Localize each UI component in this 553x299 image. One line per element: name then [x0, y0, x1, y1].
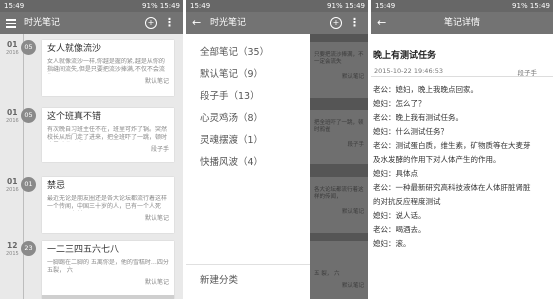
- dimmed-category: 默认笔记: [341, 209, 364, 215]
- status-indicators: 91% 15:49: [327, 2, 365, 10]
- detail-header-title: 笔记详情: [443, 18, 480, 28]
- app-bar: ← 笔记详情: [371, 12, 553, 34]
- note-line: 老公：喝酒去。: [373, 225, 426, 234]
- note-line: 的对抗反应程度测试: [373, 197, 441, 206]
- drawer-item-all-notes[interactable]: 全部笔记（35）: [200, 44, 269, 58]
- entry-year: 2016: [6, 187, 19, 193]
- note-body: 老公：媳妇，晚上我晚点回家。 媳妇：怎么了？ 老公：晚上我有测试任务。 媳妇：什…: [373, 83, 549, 251]
- entry-year: 2016: [6, 50, 19, 56]
- dimmed-snippet: 把全班吓了一跳，顿时鸦雀: [314, 120, 364, 133]
- category-drawer-screen: 15:49 91% 15:49 ← 时光笔记 + ⋮ 只要把流沙捧满，不一定会流…: [186, 0, 368, 299]
- note-category: 段子手: [150, 146, 169, 153]
- status-bar: 15:49 91% 15:49: [371, 0, 553, 12]
- entry-month: 01: [7, 40, 18, 49]
- dimmed-category: 默认笔记: [341, 283, 364, 289]
- dim-overlay[interactable]: 只要把流沙捧满，不一定会流失 默认笔记 把全班吓了一跳，顿时鸦雀 段子手 各大论…: [310, 34, 368, 299]
- status-time: 15:49: [4, 2, 25, 10]
- more-options-icon[interactable]: ⋮: [164, 12, 175, 34]
- status-indicators: 91% 15:49: [512, 2, 550, 10]
- entry-month: 12: [7, 241, 18, 250]
- add-note-icon[interactable]: +: [145, 17, 157, 29]
- note-line: 老公：一种最新研究高科技液体在人体肝脏肾脏: [373, 183, 531, 192]
- note-line: 媳妇：具体点: [373, 169, 418, 178]
- note-card[interactable]: 一二三四五六七八 一脚踢在二脚的 五离你是，他的雪糕时…四分 五裂， 六 默认笔…: [42, 241, 174, 299]
- note-category: 默认笔记: [144, 78, 169, 85]
- note-card[interactable]: 禁忌 最近无论是朋友圈还是各大论坛都流行着这样一个传闻，中国三十岁的人，已有一个…: [42, 177, 174, 233]
- status-time: 15:49: [375, 2, 396, 10]
- back-arrow-icon[interactable]: ←: [192, 12, 201, 34]
- note-line: 老公：媳妇，晚上我晚点回家。: [373, 85, 478, 94]
- dimmed-category: 段子手: [347, 142, 364, 148]
- drawer-item-soul-ferry[interactable]: 灵魂摆渡（1）: [200, 132, 263, 146]
- note-category: 默认笔记: [144, 215, 169, 222]
- note-title: 晚上有测试任务: [373, 51, 437, 61]
- card-bottom-bar: [42, 295, 174, 299]
- app-title: 时光笔记: [210, 18, 247, 28]
- entry-month: 01: [7, 177, 18, 186]
- entry-day-badge: 05: [21, 108, 36, 123]
- dimmed-card: 只要把流沙捧满，不一定会流失 默认笔记: [310, 42, 368, 98]
- note-line: 媳妇：说人话。: [373, 211, 426, 220]
- dimmed-card: 各大论坛都流行着这样的传闻， 默认笔记: [310, 177, 368, 233]
- note-line: 老公：晚上我有测试任务。: [373, 113, 463, 122]
- note-snippet: 最近无论是朋友圈还是各大论坛都流行着这样一个传闻，中国三十岁的人，已有一个人死了…: [47, 195, 168, 210]
- note-line: 媳妇：什么测试任务？: [373, 127, 448, 136]
- status-indicators: 91% 15:49: [142, 2, 180, 10]
- navigation-drawer: 全部笔记（35） 默认笔记（9） 段子手（13） 心灵鸡汤（8） 灵魂摆渡（1）…: [186, 34, 310, 299]
- dimmed-card: 把全班吓了一跳，顿时鸦雀 段子手: [310, 110, 368, 164]
- app-bar: 时光笔记 + ⋮: [0, 12, 183, 34]
- drawer-item-default-notes[interactable]: 默认笔记（9）: [200, 66, 263, 80]
- app-bar: ← 时光笔记 + ⋮: [186, 12, 368, 34]
- entry-month: 01: [7, 108, 18, 117]
- status-time: 15:49: [190, 2, 211, 10]
- note-line: 老公：测试蛋白质，维生素，矿物质等在大麦芽: [373, 141, 531, 150]
- note-timestamp: 2015-10-22 19:46:53: [374, 67, 444, 75]
- new-category-button[interactable]: 新建分类: [200, 272, 238, 286]
- entry-day-badge: 23: [21, 241, 36, 256]
- note-title: 女人就像流沙: [47, 44, 102, 54]
- status-bar: 15:49 91% 15:49: [186, 0, 368, 12]
- note-line: 媳妇：怎么了？: [373, 99, 426, 108]
- status-bar: 15:49 91% 15:49: [0, 0, 183, 12]
- dimmed-card: 五 裂， 六 默认笔记: [310, 241, 368, 299]
- app-title: 时光笔记: [24, 18, 61, 28]
- entry-day-badge: 05: [21, 40, 36, 55]
- note-snippet: 女人就像流沙一样,你越是握的紧,越是从你的指缝间流失,但是只要把流沙捧满,不仅不…: [47, 58, 165, 73]
- notes-list-screen: 15:49 91% 15:49 时光笔记 + ⋮ 01 2016 05 女人就像…: [0, 0, 183, 299]
- note-title: 这个班真不错: [47, 112, 102, 122]
- note-snippet: 有次晚自习班主任不在，班里可炸了锅。突然校长从后门走了进来，把全班吓了一跳，顿时…: [47, 126, 168, 141]
- note-snippet: 一脚踢在二脚的 五离你是，他的雪糕时…四分 五裂， 六: [47, 259, 169, 274]
- dimmed-snippet: 五 裂， 六: [314, 271, 340, 277]
- note-card[interactable]: 女人就像流沙 女人就像流沙一样,你越是握的紧,越是从你的指缝间流失,但是只要把流…: [42, 40, 174, 96]
- more-options-icon[interactable]: ⋮: [349, 12, 360, 34]
- note-title: 禁忌: [47, 181, 66, 191]
- note-detail-screen: 15:49 91% 15:49 ← 笔记详情 晚上有测试任务 2015-10-2…: [371, 0, 553, 299]
- dimmed-category: 默认笔记: [341, 74, 364, 80]
- drawer-item-qvod[interactable]: 快播风波（4）: [200, 154, 263, 168]
- drawer-item-chicken-soup[interactable]: 心灵鸡汤（8）: [200, 110, 263, 124]
- entry-year: 2015: [6, 251, 19, 257]
- entry-day-badge: 01: [21, 177, 36, 192]
- entry-year: 2016: [6, 118, 19, 124]
- add-note-icon[interactable]: +: [330, 17, 342, 29]
- note-line: 媳妇：滚。: [373, 239, 411, 248]
- drawer-divider: [186, 264, 310, 265]
- note-card[interactable]: 这个班真不错 有次晚自习班主任不在，班里可炸了锅。突然校长从后门走了进来，把全班…: [42, 108, 174, 162]
- note-category: 默认笔记: [144, 279, 169, 286]
- dimmed-snippet: 只要把流沙捧满，不一定会流失: [314, 52, 364, 65]
- timeline-line: [23, 34, 24, 299]
- title-divider: [371, 76, 553, 77]
- note-line: 及水发酵的作用下对人体产生的作用。: [373, 155, 501, 164]
- menu-icon[interactable]: [6, 17, 16, 29]
- drawer-item-jokes[interactable]: 段子手（13）: [200, 88, 260, 102]
- dimmed-snippet: 各大论坛都流行着这样的传闻，: [314, 187, 364, 200]
- note-title: 一二三四五六七八: [47, 245, 120, 255]
